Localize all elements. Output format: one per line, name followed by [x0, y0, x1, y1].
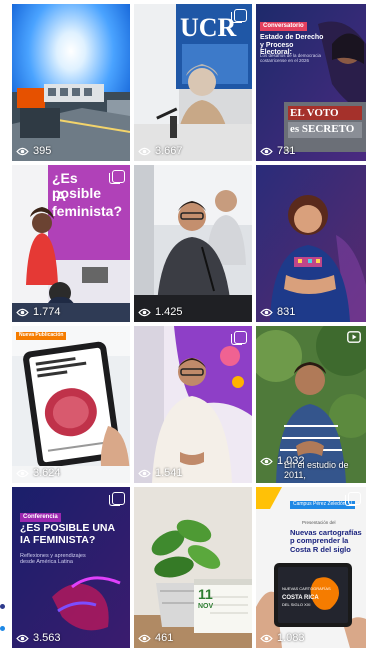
view-count: 1.774	[16, 306, 61, 318]
post-pretitle: Presentación del	[302, 520, 336, 525]
view-count-value: 831	[277, 306, 296, 318]
view-count-value: 731	[277, 145, 296, 157]
eye-icon	[260, 457, 273, 465]
calendar-day: 11	[198, 586, 213, 602]
carousel-icon	[231, 331, 247, 345]
view-count: 3.563	[16, 632, 61, 644]
carousel-icon	[345, 492, 361, 506]
view-count: 1.032	[260, 455, 305, 467]
view-count: 731	[260, 145, 295, 157]
post-image	[134, 326, 252, 483]
view-count: 1.083	[260, 632, 305, 644]
post-image	[256, 487, 366, 648]
view-count: 1.541	[138, 467, 183, 479]
post-image	[134, 165, 252, 322]
view-count-value: 395	[33, 145, 52, 157]
post-grid: 395 UCR 3.667 Conversatorio Estado de De…	[12, 4, 366, 648]
post-subtitle: Los desafíos de la democracia costarrice…	[260, 53, 322, 63]
view-count-value: 1.032	[277, 455, 305, 467]
carousel-icon	[231, 9, 247, 23]
tag-label: Nueva Publicación	[16, 332, 67, 340]
eye-icon	[16, 308, 29, 316]
view-count-value: 3.667	[155, 145, 183, 157]
book-text: COSTA RICA	[282, 595, 319, 601]
eye-icon	[260, 147, 273, 155]
post-image	[256, 165, 366, 322]
view-count: 461	[138, 632, 173, 644]
view-count: 831	[260, 306, 295, 318]
eye-icon	[138, 634, 151, 642]
post-title: ¿ES POSIBLE UNA IA FEMINISTA?	[20, 522, 115, 546]
reel-icon	[347, 331, 361, 343]
banner-text: UCR	[180, 13, 237, 42]
post-subtitle: Reflexiones y aprendizajes desde América…	[20, 553, 86, 566]
eye-icon	[138, 147, 151, 155]
post-tile-publication[interactable]: Nueva Publicación 3.624	[12, 326, 130, 483]
sign-text: es SECRETO	[290, 123, 355, 135]
eye-icon	[138, 308, 151, 316]
post-tile-ucr-talk[interactable]: UCR 3.667	[134, 4, 252, 161]
post-image	[12, 4, 130, 161]
post-title: Nuevas cartografías p comprender la Cost…	[290, 528, 362, 554]
post-tile-campus[interactable]: 395	[12, 4, 130, 161]
view-count: 3.667	[138, 145, 183, 157]
view-count: 3.624	[16, 467, 61, 479]
eye-icon	[260, 308, 273, 316]
eye-icon	[16, 147, 29, 155]
post-image	[12, 487, 130, 648]
view-count: 1.425	[138, 306, 183, 318]
eye-icon	[16, 469, 29, 477]
view-count-value: 461	[155, 632, 174, 644]
calendar-month: NOV	[198, 603, 214, 610]
post-image	[12, 326, 130, 483]
view-count-value: 1.541	[155, 467, 183, 479]
view-count-value: 1.083	[277, 632, 305, 644]
eye-icon	[138, 469, 151, 477]
post-tile-portrait[interactable]: 831	[256, 165, 366, 322]
post-tile-conversatorio[interactable]: Conversatorio Estado de Derecho y Proces…	[256, 4, 366, 161]
view-count: 395	[16, 145, 51, 157]
post-image	[134, 487, 252, 648]
view-count-value: 1.774	[33, 306, 61, 318]
view-count-value: 1.425	[155, 306, 183, 318]
view-count-value: 3.563	[33, 632, 61, 644]
post-tile-ia-talk[interactable]: ¿Es posible IA feminista? 1.774	[12, 165, 130, 322]
view-count-value: 3.624	[33, 467, 61, 479]
eye-icon	[16, 634, 29, 642]
edge-dot	[0, 626, 5, 631]
tag-label: Conversatorio	[260, 22, 307, 31]
post-tile-panel[interactable]: 1.425	[134, 165, 252, 322]
carousel-icon	[109, 492, 125, 506]
sign-text: EL VOTO	[290, 107, 339, 119]
post-tile-calendar[interactable]: 11 NOV 461	[134, 487, 252, 648]
eye-icon	[260, 634, 273, 642]
post-tile-cartografias[interactable]: Campus Pérez Zeledón, U Presentación del…	[256, 487, 366, 648]
post-tile-reel-outdoor[interactable]: En el estudio de 2011, 1.032	[256, 326, 366, 483]
book-text: NUEVAS CARTOGRAFÍAS	[282, 586, 331, 591]
carousel-icon	[109, 170, 125, 184]
post-tile-speaker[interactable]: 1.541	[134, 326, 252, 483]
edge-dot	[0, 604, 5, 609]
tag-label: Conferencia	[20, 513, 61, 522]
slide-text: IA feminista?	[52, 188, 123, 220]
book-text: DEL SIGLO XXI	[282, 602, 311, 607]
edge-fragment	[0, 604, 6, 634]
post-tile-conferencia[interactable]: Conferencia ¿ES POSIBLE UNA IA FEMINISTA…	[12, 487, 130, 648]
